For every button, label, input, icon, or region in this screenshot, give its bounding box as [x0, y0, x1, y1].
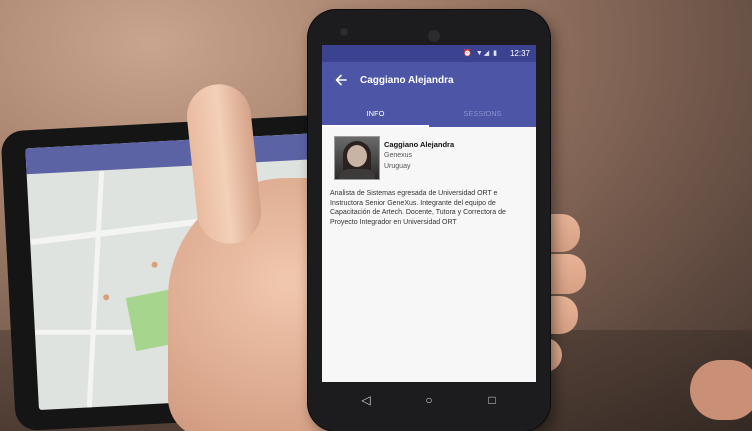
arrow-left-icon[interactable] — [332, 71, 350, 89]
tab-bar: INFO SESSIONS — [322, 100, 536, 127]
photo-scene: ⏰ ▼◢ ▮ 12:37 Caggiano Alejandra INFO SES… — [0, 0, 752, 431]
phone-front-camera — [428, 30, 440, 42]
tablet-app-bar — [25, 131, 345, 175]
map-pin — [103, 294, 110, 301]
map-road — [86, 170, 105, 410]
phone-sensor — [340, 28, 348, 36]
avatar-body — [339, 169, 375, 179]
status-time: 12:37 — [509, 49, 530, 58]
avatar-face — [347, 145, 367, 167]
phone-device: ⏰ ▼◢ ▮ 12:37 Caggiano Alejandra INFO SES… — [308, 10, 550, 431]
speaker-info-panel: Caggiano Alejandra Genexus Uruguay Anali… — [322, 127, 536, 382]
tab-info[interactable]: INFO — [322, 100, 429, 127]
map-pin — [151, 261, 158, 268]
app-bar-title: Caggiano Alejandra — [360, 75, 454, 86]
phone-screen: ⏰ ▼◢ ▮ 12:37 Caggiano Alejandra INFO SES… — [322, 45, 536, 382]
status-icons: ⏰ ▼◢ ▮ — [463, 50, 498, 57]
nav-recents-icon[interactable]: □ — [482, 390, 502, 410]
nav-home-icon[interactable]: ○ — [419, 390, 439, 410]
tab-sessions[interactable]: SESSIONS — [429, 100, 536, 127]
app-bar: Caggiano Alejandra — [322, 62, 536, 100]
speaker-company: Genexus — [384, 152, 413, 159]
other-hand — [690, 360, 752, 420]
status-bar: ⏰ ▼◢ ▮ 12:37 — [322, 45, 536, 62]
avatar — [334, 136, 380, 180]
speaker-country: Uruguay — [384, 163, 411, 170]
nav-back-icon[interactable]: ◁ — [356, 390, 376, 410]
system-nav-bar: ◁ ○ □ — [322, 382, 536, 422]
speaker-name: Caggiano Alejandra — [384, 140, 455, 149]
speaker-bio: Analista de Sistemas egresada de Univers… — [330, 190, 506, 226]
